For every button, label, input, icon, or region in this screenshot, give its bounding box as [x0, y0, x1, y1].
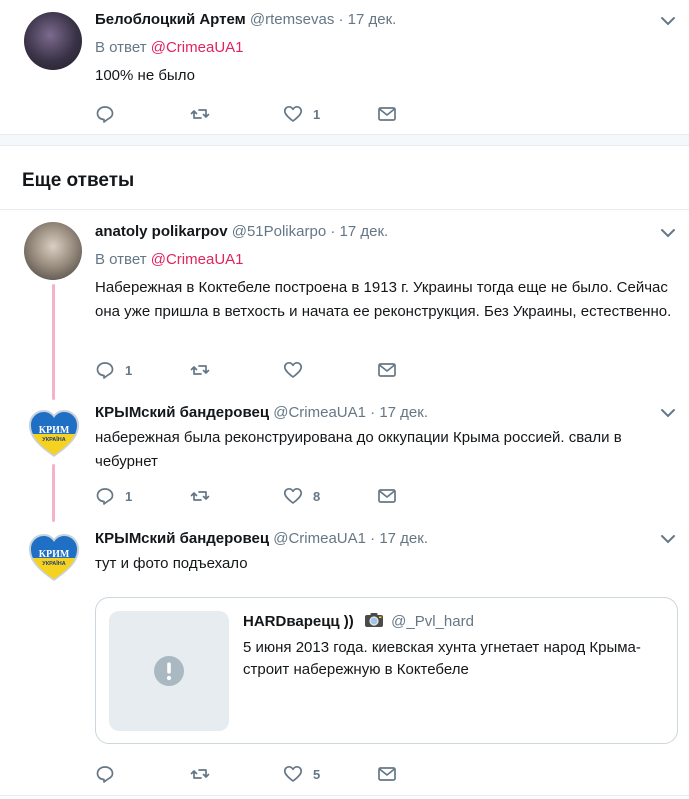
- like-icon: [283, 765, 303, 782]
- like-button[interactable]: 8: [283, 484, 320, 508]
- chevron-down-icon[interactable]: [659, 12, 677, 30]
- reply-count: 1: [125, 488, 133, 504]
- direct-message-icon: [378, 363, 396, 377]
- warning-icon: [154, 656, 184, 686]
- tweet-text: тут и фото подъехало: [95, 555, 248, 572]
- retweet-button[interactable]: [190, 102, 220, 126]
- avatar-heart-flag-logo[interactable]: КРИМ УКРАЇНА: [28, 408, 80, 460]
- direct-message-icon: [378, 489, 396, 503]
- tweet-text: 100% не было: [95, 67, 195, 84]
- like-button[interactable]: 1: [283, 102, 320, 126]
- avatar-badge-text: КРИМ: [39, 549, 70, 560]
- reply-prefix: В ответ: [95, 251, 147, 268]
- chevron-down-icon[interactable]: [659, 404, 677, 422]
- reply-mention[interactable]: @CrimeaUA1: [151, 39, 244, 56]
- direct-message-button[interactable]: [377, 358, 397, 382]
- reply-icon: [96, 766, 114, 783]
- avatar[interactable]: [24, 12, 82, 70]
- thread-connector: [52, 284, 55, 400]
- avatar-badge-text: КРИМ: [39, 425, 70, 436]
- quoted-author-handle[interactable]: @_Pvl_hard: [391, 613, 474, 630]
- author-name[interactable]: Белоблоцкий Артем: [95, 11, 246, 28]
- reply-prefix: В ответ: [95, 39, 147, 56]
- like-button[interactable]: 5: [283, 762, 320, 786]
- camera-icon: [364, 613, 383, 627]
- separator-dot: ·: [370, 530, 376, 547]
- separator-dot: ·: [330, 223, 336, 240]
- tweet-header: КРЫМский бандеровец @CrimeaUA1 · 17 дек.: [95, 529, 428, 549]
- avatar-heart-flag-logo[interactable]: КРИМ УКРАЇНА: [28, 532, 80, 584]
- author-handle[interactable]: @CrimeaUA1: [273, 530, 366, 547]
- retweet-icon: [190, 365, 210, 375]
- reply-button[interactable]: [95, 102, 125, 126]
- tweet-header: anatoly polikarpov @51Polikarpo · 17 дек…: [95, 222, 388, 242]
- chevron-down-icon[interactable]: [659, 224, 677, 242]
- direct-message-icon: [378, 767, 396, 781]
- separator-dot: ·: [338, 11, 344, 28]
- tweet-3[interactable]: КРИМ УКРАЇНА КРЫМский бандеровец @Crimea…: [0, 400, 689, 522]
- section-title: Еще ответы: [22, 170, 135, 191]
- like-button[interactable]: [283, 358, 313, 382]
- author-name[interactable]: anatoly polikarpov: [95, 223, 228, 240]
- tweet-date[interactable]: 17 дек.: [348, 11, 397, 28]
- reply-button[interactable]: 1: [95, 484, 132, 508]
- tweet-header: КРЫМский бандеровец @CrimeaUA1 · 17 дек.: [95, 403, 428, 423]
- like-count: 1: [313, 106, 321, 122]
- retweet-button[interactable]: [190, 762, 220, 786]
- direct-message-button[interactable]: [377, 102, 397, 126]
- reply-count: 1: [125, 362, 133, 378]
- quoted-tweet-card[interactable]: HARDварецц )) @_Pvl_hard 5 июня 2013 год…: [95, 597, 678, 744]
- quoted-tweet-text: 5 июня 2013 года. киевская хунта угнетае…: [243, 639, 641, 678]
- reply-icon: [96, 362, 114, 379]
- reply-button[interactable]: 1: [95, 358, 132, 382]
- avatar-badge-subtext: УКРАЇНА: [42, 436, 65, 443]
- tweet-text: набережная была реконструирована до окку…: [95, 429, 622, 470]
- tweet-header: Белоблоцкий Артем @rtemsevas · 17 дек.: [95, 10, 396, 30]
- author-name[interactable]: КРЫМский бандеровец: [95, 530, 269, 547]
- quoted-tweet-header: HARDварецц )) @_Pvl_hard: [243, 611, 474, 633]
- author-name[interactable]: КРЫМский бандеровец: [95, 404, 269, 421]
- reply-icon: [96, 488, 114, 505]
- chevron-down-icon[interactable]: [659, 530, 677, 548]
- quoted-author-name[interactable]: HARDварецц )): [243, 613, 354, 630]
- retweet-icon: [190, 491, 210, 501]
- avatar[interactable]: [24, 222, 82, 280]
- direct-message-icon: [378, 107, 396, 121]
- retweet-button[interactable]: [190, 358, 220, 382]
- reply-context: В ответ @CrimeaUA1: [95, 38, 244, 58]
- direct-message-button[interactable]: [377, 762, 397, 786]
- separator-dot: ·: [370, 404, 376, 421]
- reply-icon: [96, 106, 114, 123]
- avatar-badge-subtext: УКРАЇНА: [42, 560, 65, 567]
- tweet-text: Набережная в Коктебеле построена в 1913 …: [95, 279, 672, 320]
- author-handle[interactable]: @51Polikarpo: [232, 223, 326, 240]
- tweet-1[interactable]: Белоблоцкий Артем @rtemsevas · 17 дек. В…: [0, 0, 689, 134]
- thread-connector: [52, 464, 55, 522]
- like-count: 8: [313, 488, 321, 504]
- divider: [0, 795, 689, 796]
- like-icon: [283, 361, 303, 378]
- retweet-icon: [190, 109, 210, 119]
- author-handle[interactable]: @CrimeaUA1: [273, 404, 366, 421]
- tweet-date[interactable]: 17 дек.: [379, 530, 428, 547]
- reply-mention[interactable]: @CrimeaUA1: [151, 251, 244, 268]
- retweet-button[interactable]: [190, 484, 220, 508]
- quoted-media-placeholder[interactable]: [109, 611, 229, 731]
- tweet-date[interactable]: 17 дек.: [340, 223, 389, 240]
- direct-message-button[interactable]: [377, 484, 397, 508]
- like-count: 5: [313, 766, 321, 782]
- like-icon: [283, 487, 303, 504]
- divider: [0, 145, 689, 146]
- reply-button[interactable]: [95, 762, 125, 786]
- section-gap: [0, 135, 689, 145]
- like-icon: [283, 105, 303, 122]
- retweet-icon: [190, 769, 210, 779]
- tweet-2[interactable]: anatoly polikarpov @51Polikarpo · 17 дек…: [0, 210, 689, 400]
- author-handle[interactable]: @rtemsevas: [250, 11, 334, 28]
- reply-context: В ответ @CrimeaUA1: [95, 250, 244, 270]
- tweet-date[interactable]: 17 дек.: [379, 404, 428, 421]
